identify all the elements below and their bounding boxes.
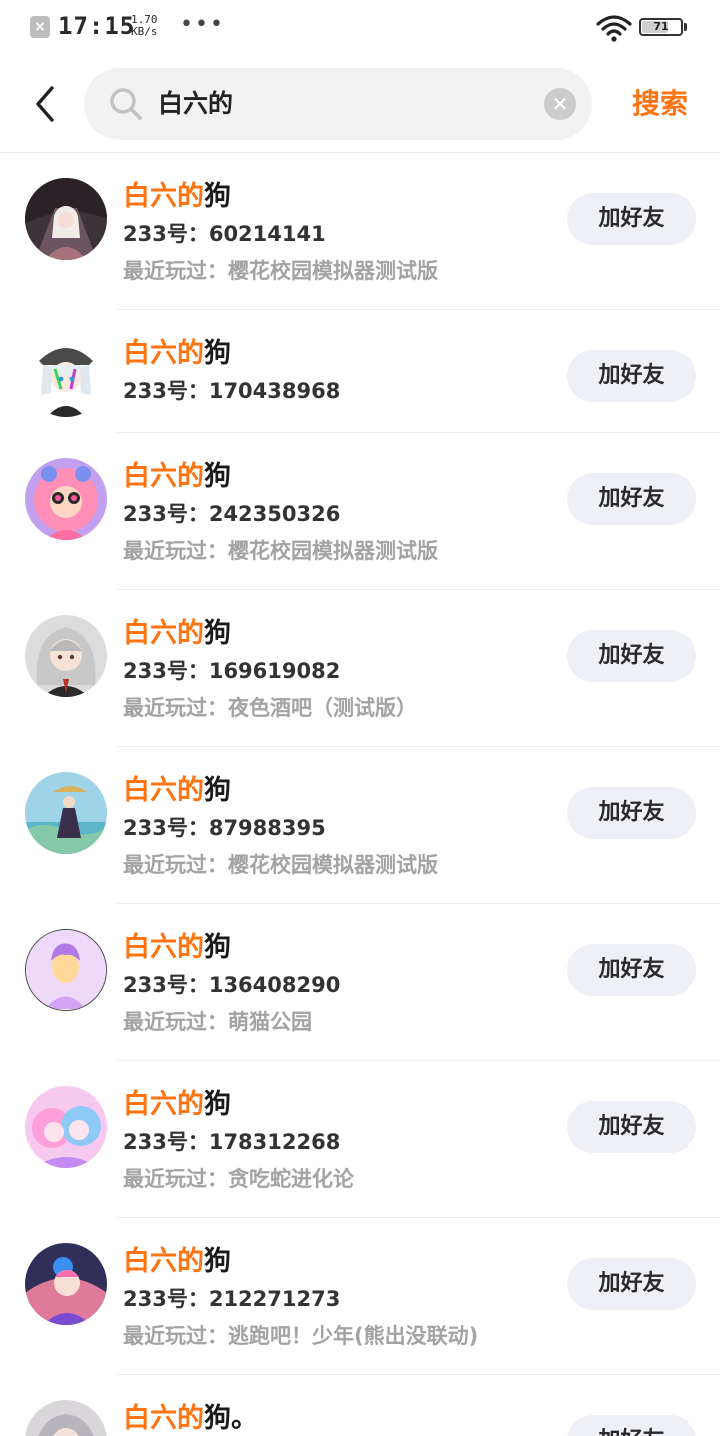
avatar[interactable]	[25, 335, 107, 417]
name-rest: 狗	[204, 618, 231, 649]
add-friend-button[interactable]: 加好友	[567, 1258, 696, 1310]
recently-played: 最近玩过：樱花校园模拟器测试版	[123, 539, 438, 563]
list-item[interactable]: 白六的狗 233号：170438968 加好友	[0, 310, 720, 433]
name-rest: 狗	[204, 775, 231, 806]
avatar[interactable]	[25, 772, 107, 854]
clear-icon[interactable]: ✕	[544, 88, 576, 120]
chevron-left-icon[interactable]	[24, 82, 68, 126]
recently-played: 最近玩过：萌猫公园	[123, 1010, 312, 1034]
recently-played: 最近玩过：樱花校园模拟器测试版	[123, 259, 438, 283]
search-icon	[110, 88, 142, 120]
list-item[interactable]: 白六的狗。 加好友	[0, 1375, 720, 1436]
search-button[interactable]: 搜索	[612, 68, 708, 140]
name-rest: 狗	[204, 1089, 231, 1120]
add-friend-button[interactable]: 加好友	[567, 1415, 696, 1436]
recently-played: 最近玩过：逃跑吧！少年(熊出没联动)	[123, 1324, 479, 1348]
avatar[interactable]	[25, 615, 107, 697]
user-id: 233号：60214141	[123, 222, 326, 246]
user-name: 白六的狗	[123, 1244, 231, 1280]
user-name: 白六的狗	[123, 930, 231, 966]
user-name: 白六的狗	[123, 616, 231, 652]
search-query: 白六的	[158, 89, 234, 118]
battery-percent: 71	[653, 20, 669, 33]
user-name: 白六的狗	[123, 336, 231, 372]
name-rest: 狗。	[204, 1403, 258, 1434]
user-id: 233号：178312268	[123, 1130, 341, 1154]
battery-tip	[684, 23, 687, 31]
avatar[interactable]	[25, 1086, 107, 1168]
add-friend-button[interactable]: 加好友	[567, 787, 696, 839]
network-speed: 1.70 KB/s	[131, 14, 158, 38]
notification-x-icon: ×	[30, 16, 50, 38]
list-item[interactable]: 白六的狗 233号：212271273 最近玩过：逃跑吧！少年(熊出没联动) 加…	[0, 1218, 720, 1375]
user-id: 233号：87988395	[123, 816, 326, 840]
user-name: 白六的狗	[123, 179, 231, 215]
name-rest: 狗	[204, 932, 231, 963]
user-id: 233号：169619082	[123, 659, 341, 683]
user-name: 白六的狗	[123, 773, 231, 809]
add-friend-button[interactable]: 加好友	[567, 473, 696, 525]
wifi-icon	[596, 15, 632, 42]
add-friend-button[interactable]: 加好友	[567, 193, 696, 245]
avatar[interactable]	[25, 178, 107, 260]
list-item[interactable]: 白六的狗 233号：60214141 最近玩过：樱花校园模拟器测试版 加好友	[0, 153, 720, 310]
recently-played: 最近玩过：贪吃蛇进化论	[123, 1167, 354, 1191]
battery-icon: 71	[639, 18, 683, 36]
name-highlight: 白六的	[123, 338, 204, 369]
user-name: 白六的狗	[123, 459, 231, 495]
avatar[interactable]	[25, 1243, 107, 1325]
add-friend-button[interactable]: 加好友	[567, 350, 696, 402]
avatar[interactable]	[25, 929, 107, 1011]
status-bar: × 17:15 1.70 KB/s ••• 71	[0, 0, 720, 56]
add-friend-button[interactable]: 加好友	[567, 630, 696, 682]
name-highlight: 白六的	[123, 1089, 204, 1120]
name-rest: 狗	[204, 338, 231, 369]
list-item[interactable]: 白六的狗 233号：242350326 最近玩过：樱花校园模拟器测试版 加好友	[0, 433, 720, 590]
user-id: 233号：212271273	[123, 1287, 341, 1311]
network-speed-unit: KB/s	[131, 25, 158, 38]
add-friend-button[interactable]: 加好友	[567, 1101, 696, 1153]
list-item[interactable]: 白六的狗 233号：178312268 最近玩过：贪吃蛇进化论 加好友	[0, 1061, 720, 1218]
avatar[interactable]	[25, 458, 107, 540]
list-item[interactable]: 白六的狗 233号：169619082 最近玩过：夜色酒吧（测试版） 加好友	[0, 590, 720, 747]
name-highlight: 白六的	[123, 461, 204, 492]
user-id: 233号：242350326	[123, 502, 341, 526]
name-highlight: 白六的	[123, 618, 204, 649]
name-highlight: 白六的	[123, 1403, 204, 1434]
name-highlight: 白六的	[123, 1246, 204, 1277]
user-name: 白六的狗	[123, 1087, 231, 1123]
search-input[interactable]: 白六的 ✕	[84, 68, 592, 140]
status-time: 17:15	[58, 12, 136, 40]
more-notifications-icon: •••	[180, 12, 225, 37]
user-name: 白六的狗。	[123, 1401, 258, 1436]
name-rest: 狗	[204, 1246, 231, 1277]
avatar[interactable]	[25, 1400, 107, 1436]
name-rest: 狗	[204, 181, 231, 212]
user-id: 233号：136408290	[123, 973, 341, 997]
recently-played: 最近玩过：夜色酒吧（测试版）	[123, 696, 417, 720]
user-id: 233号：170438968	[123, 379, 341, 403]
add-friend-button[interactable]: 加好友	[567, 944, 696, 996]
list-item[interactable]: 白六的狗 233号：87988395 最近玩过：樱花校园模拟器测试版 加好友	[0, 747, 720, 904]
name-highlight: 白六的	[123, 775, 204, 806]
name-highlight: 白六的	[123, 181, 204, 212]
name-highlight: 白六的	[123, 932, 204, 963]
search-header: 白六的 ✕ 搜索	[0, 56, 720, 153]
recently-played: 最近玩过：樱花校园模拟器测试版	[123, 853, 438, 877]
name-rest: 狗	[204, 461, 231, 492]
list-item[interactable]: 白六的狗 233号：136408290 最近玩过：萌猫公园 加好友	[0, 904, 720, 1061]
